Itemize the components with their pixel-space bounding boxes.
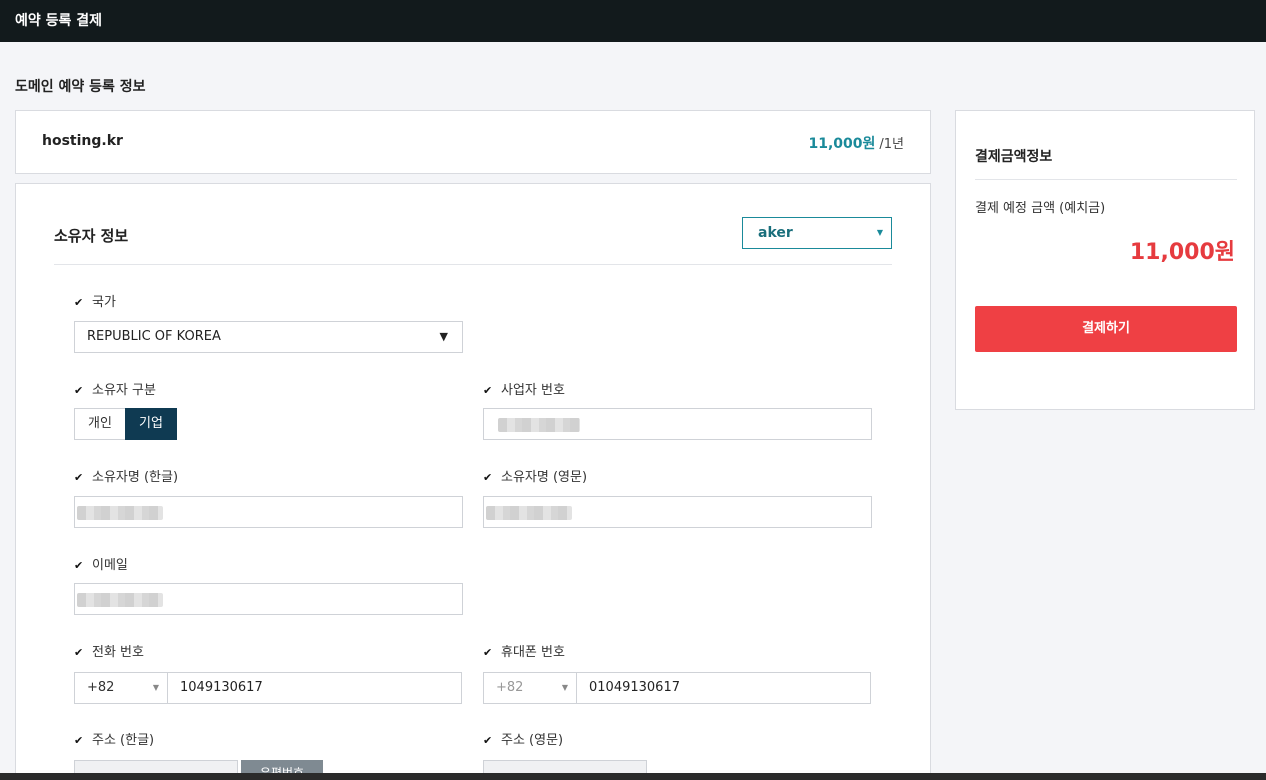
checkmark-icon: ✔ xyxy=(74,471,84,484)
owner-type-label-text: 소유자 구분 xyxy=(92,383,156,398)
postal-code-search-button[interactable]: 우편번호 xyxy=(241,760,323,774)
address-en-label: ✔ 주소 (영문) xyxy=(483,732,563,750)
country-select[interactable]: REPUBLIC OF KOREA ▼ xyxy=(74,321,463,353)
business-number-label-text: 사업자 번호 xyxy=(501,383,565,398)
email-input[interactable] xyxy=(74,583,463,615)
phone-label: ✔ 전화 번호 xyxy=(74,644,144,662)
checkmark-icon: ✔ xyxy=(483,471,493,484)
owner-name-en-label: ✔ 소유자명 (영문) xyxy=(483,469,587,487)
domain-summary: hosting.kr 11,000원/1년 xyxy=(15,110,931,174)
owner-name-en-label-text: 소유자명 (영문) xyxy=(501,470,588,485)
redacted-value xyxy=(486,506,572,520)
owner-name-kr-label: ✔ 소유자명 (한글) xyxy=(74,469,178,487)
redacted-value xyxy=(498,418,580,432)
address-kr-label: ✔ 주소 (한글) xyxy=(74,732,154,750)
mobile-number-input[interactable]: 01049130617 xyxy=(576,672,871,704)
business-number-label: ✔ 사업자 번호 xyxy=(483,382,565,400)
mobile-label: ✔ 휴대폰 번호 xyxy=(483,644,565,662)
business-number-input[interactable] xyxy=(483,408,872,440)
caret-down-icon: ▼ xyxy=(561,683,568,692)
payment-amount-label: 결제 예정 금액 (예치금) xyxy=(975,201,1106,216)
mobile-country-code-select[interactable]: +82 ▼ xyxy=(483,672,577,704)
phone-country-code-value: +82 xyxy=(87,680,115,695)
email-label-text: 이메일 xyxy=(92,558,128,573)
country-value: REPUBLIC OF KOREA xyxy=(87,329,221,344)
caret-down-icon: ▼ xyxy=(439,330,448,343)
checkmark-icon: ✔ xyxy=(74,384,84,397)
phone-country-code-select[interactable]: +82 ▼ xyxy=(74,672,168,704)
country-label-text: 국가 xyxy=(92,295,116,310)
owner-info-panel: 소유자 정보 aker ▼ ✔ 국가 REPUBLIC OF KOREA ▼ ✔ 소… xyxy=(15,183,931,780)
owner-type-label: ✔ 소유자 구분 xyxy=(74,382,156,400)
owner-profile-select[interactable]: aker ▼ xyxy=(742,217,892,249)
address-en-label-text: 주소 (영문) xyxy=(501,733,564,748)
owner-name-en-input[interactable] xyxy=(483,496,872,528)
address-en-postal-input[interactable] xyxy=(483,760,647,774)
payment-amount: 11,000원 xyxy=(1129,240,1235,265)
payment-summary-title: 결제금액정보 xyxy=(975,149,1053,165)
phone-number-input[interactable]: 1049130617 xyxy=(167,672,462,704)
divider xyxy=(54,264,892,265)
owner-type-company-button[interactable]: 기업 xyxy=(125,408,177,440)
country-label: ✔ 국가 xyxy=(74,294,116,312)
domain-price: 11,000원/1년 xyxy=(808,133,904,153)
mobile-label-text: 휴대폰 번호 xyxy=(501,645,565,660)
redacted-value xyxy=(77,593,163,607)
checkmark-icon: ✔ xyxy=(483,734,493,747)
owner-profile-value: aker xyxy=(758,225,793,241)
mobile-country-code-value: +82 xyxy=(496,680,524,695)
header-bar: 예약 등록 결제 xyxy=(0,0,1266,42)
email-label: ✔ 이메일 xyxy=(74,557,128,575)
owner-info-title: 소유자 정보 xyxy=(54,227,129,245)
checkmark-icon: ✔ xyxy=(483,384,493,397)
redacted-value xyxy=(77,506,163,520)
checkmark-icon: ✔ xyxy=(74,646,84,659)
bottom-bar xyxy=(0,773,1266,780)
caret-down-icon: ▼ xyxy=(152,683,159,692)
owner-name-kr-label-text: 소유자명 (한글) xyxy=(92,470,179,485)
pay-button[interactable]: 결제하기 xyxy=(975,306,1237,352)
phone-label-text: 전화 번호 xyxy=(92,645,144,660)
owner-name-kr-input[interactable] xyxy=(74,496,463,528)
checkmark-icon: ✔ xyxy=(483,646,493,659)
domain-price-period: /1년 xyxy=(879,137,904,152)
payment-summary-panel: 결제금액정보 결제 예정 금액 (예치금) 11,000원 결제하기 xyxy=(955,110,1255,410)
domain-name: hosting.kr xyxy=(42,133,123,149)
checkmark-icon: ✔ xyxy=(74,296,84,309)
mobile-number-value: 01049130617 xyxy=(589,680,680,695)
domain-price-amount: 11,000원 xyxy=(808,136,876,152)
address-kr-postal-input[interactable] xyxy=(74,760,238,774)
phone-number-value: 1049130617 xyxy=(180,680,263,695)
section-title: 도메인 예약 등록 정보 xyxy=(15,79,146,95)
divider xyxy=(975,179,1237,180)
address-kr-label-text: 주소 (한글) xyxy=(92,733,155,748)
checkmark-icon: ✔ xyxy=(74,734,84,747)
checkmark-icon: ✔ xyxy=(74,559,84,572)
owner-type-individual-button[interactable]: 개인 xyxy=(74,408,126,440)
page-header-title: 예약 등록 결제 xyxy=(15,13,103,29)
caret-down-icon: ▼ xyxy=(876,228,883,237)
